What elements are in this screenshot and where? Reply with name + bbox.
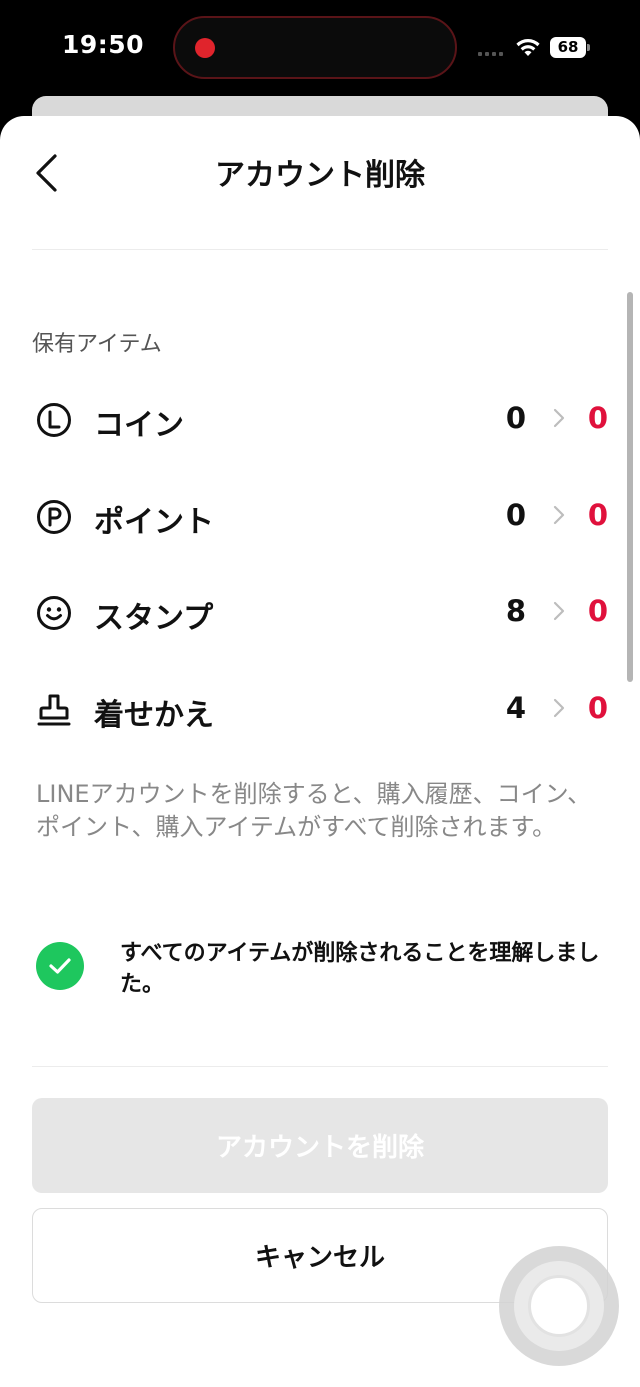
delete-account-button[interactable]: アカウントを削除 [32,1098,608,1193]
item-current-count: 0 [505,498,526,532]
header-divider [32,249,608,250]
wifi-icon [516,39,540,56]
account-delete-sheet: アカウント削除 保有アイテム コイン 0 0 ポイント 0 0 スタンプ 8 0… [0,116,640,1387]
section-label: 保有アイテム [32,332,162,357]
cellular-signal-icon [478,52,503,56]
battery-level: 68 [550,37,586,58]
chevron-right-icon [553,698,565,718]
scrollbar[interactable] [627,292,633,682]
consent-checkbox[interactable]: すべてのアイテムが削除されることを理解しました。 [36,938,599,1008]
item-row-sticker: スタンプ 8 0 [32,583,608,639]
stamp-icon [37,694,71,726]
item-label: スタンプ [94,601,214,636]
dynamic-island [173,16,457,79]
item-after-count: 0 [587,691,608,725]
item-after-count: 0 [587,401,608,435]
page-title: アカウント削除 [215,158,425,193]
item-row-point: ポイント 0 0 [32,487,608,543]
item-after-count: 0 [587,594,608,628]
chevron-right-icon [553,601,565,621]
battery-icon: 68 [550,37,590,58]
check-circle-icon[interactable] [36,942,84,990]
item-current-count: 0 [505,401,526,435]
status-time: 19:50 [62,30,145,59]
item-after-count: 0 [587,498,608,532]
point-icon [37,500,71,534]
recording-indicator-icon [195,38,215,58]
item-label: ポイント [94,505,214,540]
status-bar: 19:50 68 [0,0,640,96]
item-row-theme: 着せかえ 4 0 [32,680,608,736]
item-label: コイン [94,408,184,443]
smiley-icon [37,596,71,630]
buttons-divider [32,1066,608,1067]
item-current-count: 4 [505,691,526,725]
item-current-count: 8 [505,594,526,628]
consent-label: すべてのアイテムが削除されることを理解しました。 [120,941,600,997]
screen: 19:50 68 アカウント削除 保有アイテム コイン 0 0 ポイント 0 0… [0,0,640,1387]
item-label: 着せかえ [94,698,214,733]
chevron-right-icon [553,408,565,428]
deletion-notice: LINEアカウントを削除すると、購入履歴、コイン、ポイント、購入アイテムがすべて… [36,780,592,841]
chevron-right-icon [553,505,565,525]
assistive-touch-button[interactable] [499,1246,619,1366]
coin-icon [37,403,71,437]
item-row-coin: コイン 0 0 [32,390,608,446]
